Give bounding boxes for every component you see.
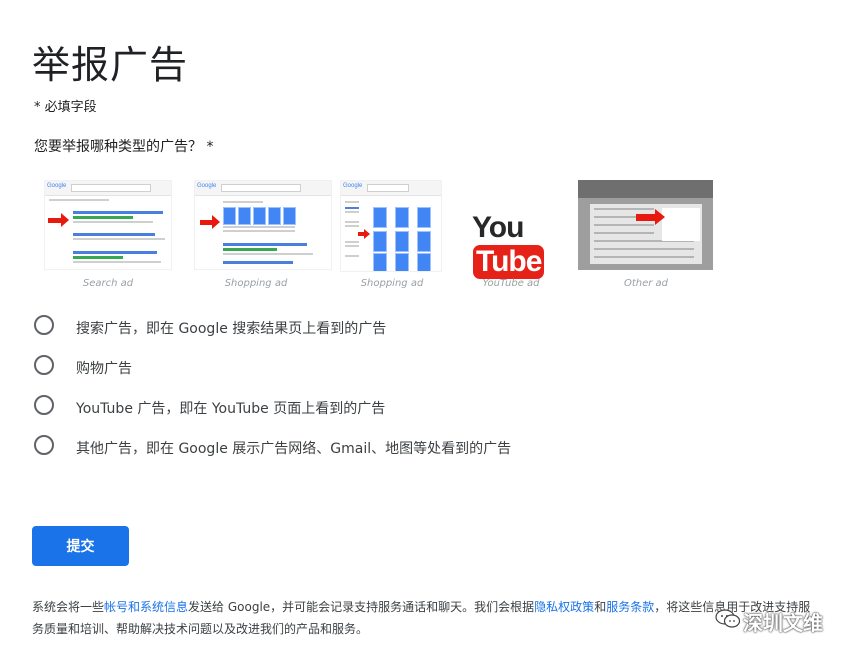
other-ad-thumbnail: Other ad <box>578 178 714 289</box>
ad-type-question: 您要举报哪种类型的广告？ * <box>34 139 214 155</box>
radio-option-other-ad[interactable]: 其他广告，即在 Google 展示广告网络、Gmail、地图等处看到的广告 <box>34 435 634 459</box>
radio-button[interactable] <box>34 315 54 335</box>
thumbnail-caption: YouTube ad <box>482 278 540 289</box>
youtube-ad-thumbnail: YouTube YouTube ad <box>466 178 556 289</box>
youtube-logo: YouTube <box>472 211 556 279</box>
google-shopping-mockup: Google <box>340 180 442 272</box>
page-title: 举报广告 <box>32 43 189 87</box>
radio-option-youtube-ad[interactable]: YouTube 广告，即在 YouTube 页面上看到的广告 <box>34 395 634 419</box>
required-fields-note: * 必填字段 <box>34 100 97 115</box>
terms-of-service-link[interactable]: 服务条款 <box>606 600 654 614</box>
radio-option-search-ad[interactable]: 搜索广告，即在 Google 搜索结果页上看到的广告 <box>34 315 634 339</box>
account-system-info-link[interactable]: 帐号和系统信息 <box>104 600 188 614</box>
shopping-ad-thumbnail: Google Shopping ad <box>340 178 444 289</box>
thumbnail-caption: Other ad <box>623 278 669 289</box>
thumbnail-caption: Search ad <box>82 278 134 289</box>
radio-option-label: 其他广告，即在 Google 展示广告网络、Gmail、地图等处看到的广告 <box>76 441 512 457</box>
radio-option-label: 搜索广告，即在 Google 搜索结果页上看到的广告 <box>76 321 387 337</box>
google-logo-text: Google <box>197 183 217 189</box>
radio-option-label: YouTube 广告，即在 YouTube 页面上看到的广告 <box>76 401 386 417</box>
search-ad-thumbnail: Google Search ad <box>44 178 172 289</box>
radio-option-label: 购物广告 <box>76 361 132 377</box>
privacy-notice: 系统会将一些帐号和系统信息发送给 Google，并可能会记录支持服务通话和聊天。… <box>32 600 811 636</box>
thumbnail-caption: Shopping ad <box>360 278 424 289</box>
shopping-ad-thumbnail: Google Shopping ad <box>194 178 334 289</box>
privacy-policy-link[interactable]: 隐私权政策 <box>534 600 594 614</box>
thumbnail-caption: Shopping ad <box>224 278 288 289</box>
ad-type-illustrations: Google Search ad Google Shopping ad Goog… <box>44 178 724 293</box>
radio-button[interactable] <box>34 395 54 415</box>
wechat-icon <box>715 609 741 628</box>
radio-option-shopping-ad[interactable]: 购物广告 <box>34 355 634 379</box>
google-logo-text: Google <box>47 183 67 189</box>
watermark-text: 深圳文维 <box>743 611 823 635</box>
google-logo-text: Google <box>343 183 363 189</box>
submit-button[interactable]: 提交 <box>32 526 129 566</box>
radio-button[interactable] <box>34 435 54 455</box>
radio-button[interactable] <box>34 355 54 375</box>
display-page-mockup <box>578 180 713 270</box>
